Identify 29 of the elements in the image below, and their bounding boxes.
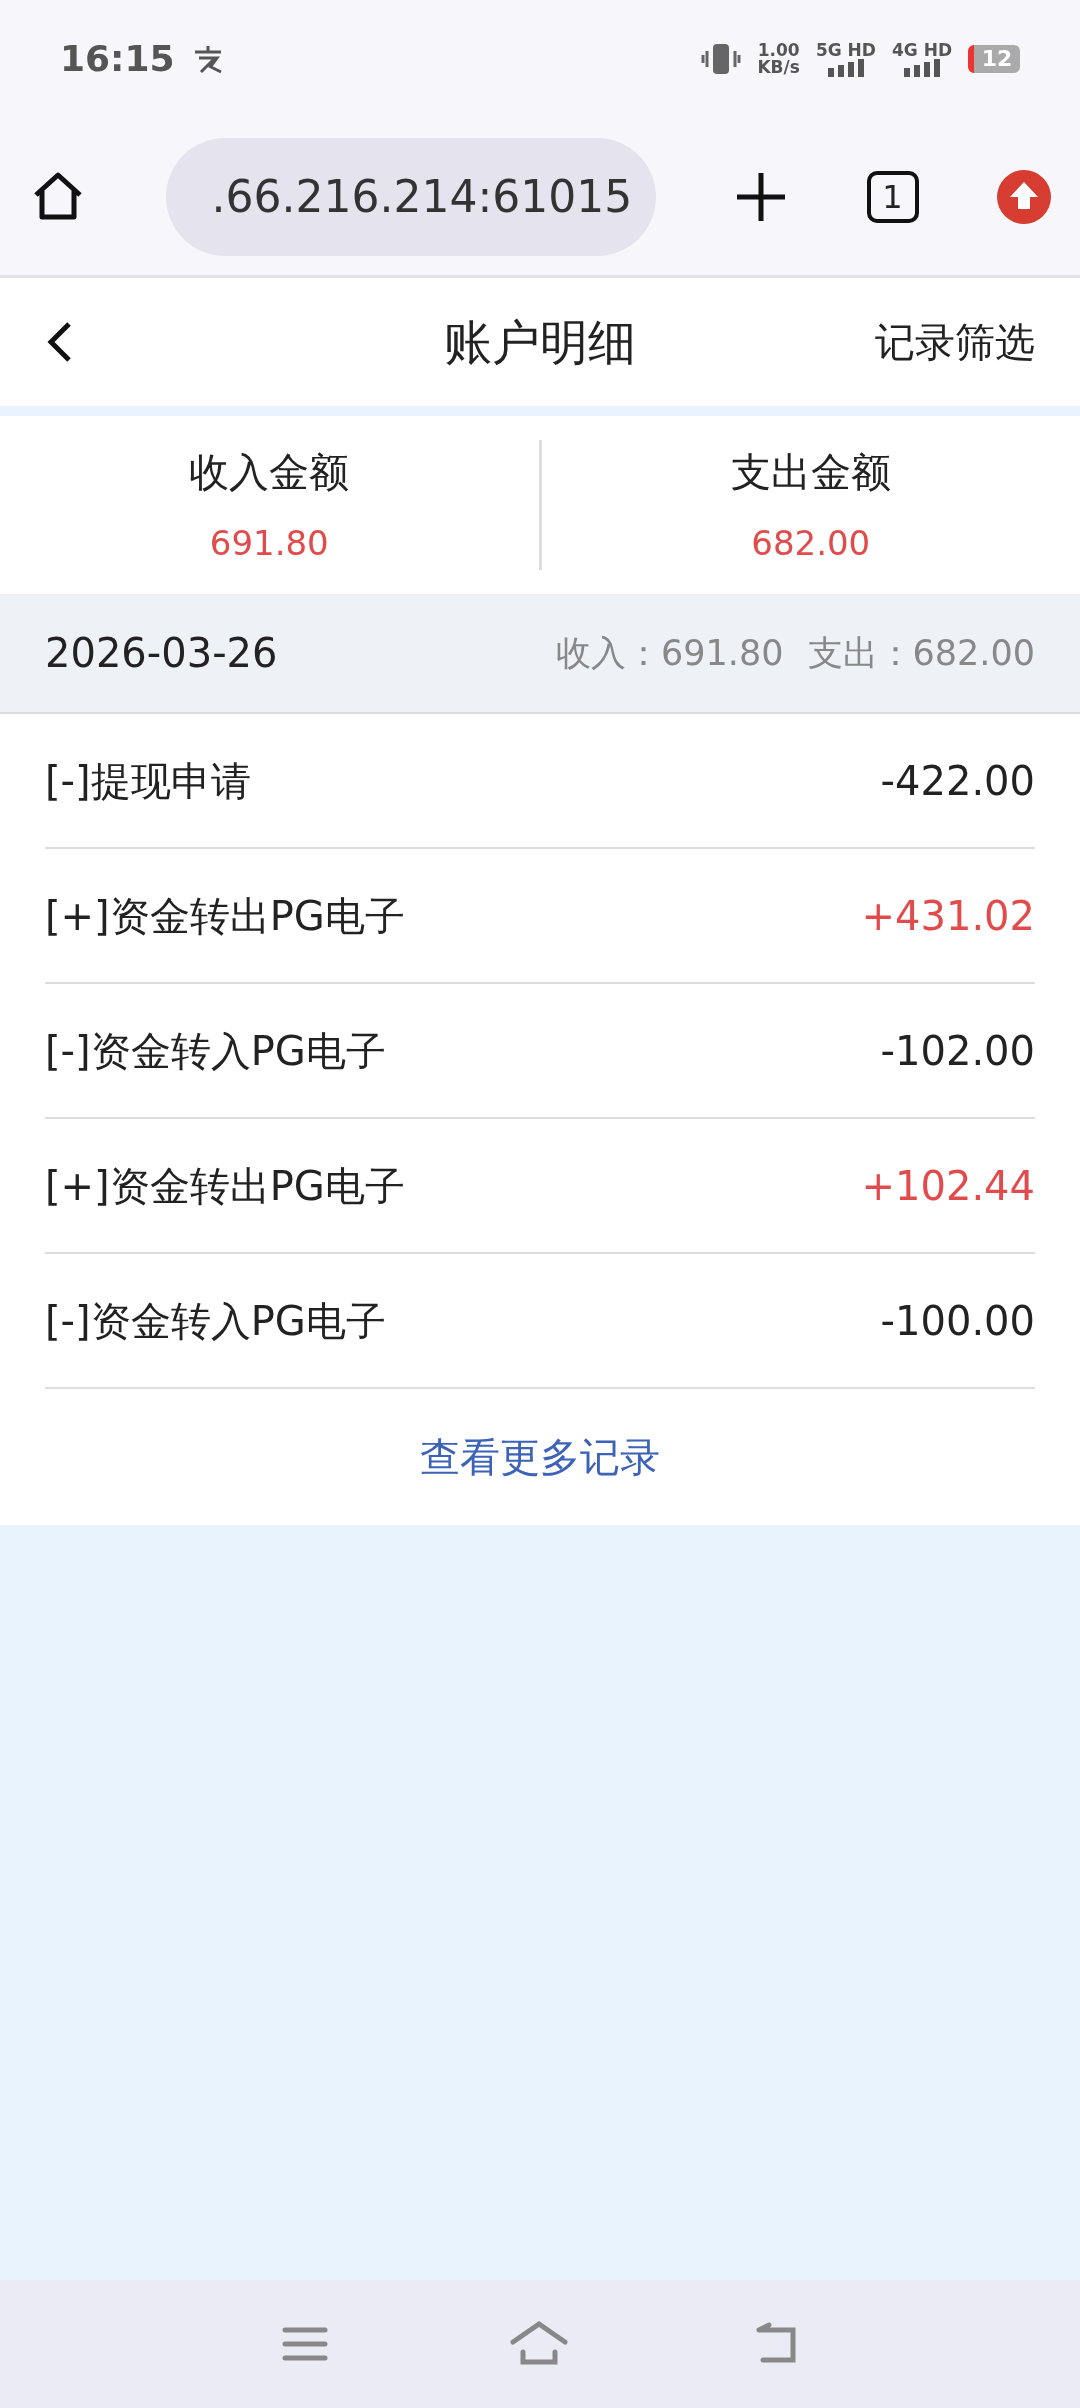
record-amount: -422.00: [880, 756, 1035, 806]
network-unit-text: KB/s: [757, 59, 800, 76]
page-title: 账户明细: [444, 314, 636, 370]
record-amount: +102.44: [861, 1161, 1035, 1211]
network-type-text: 4G HD: [891, 41, 952, 59]
record-amount: -100.00: [880, 1296, 1035, 1346]
day-income-text: 收入：691.80: [556, 631, 784, 675]
record-title: [-]资金转入PG电子: [45, 1026, 386, 1076]
tab-count-button[interactable]: 1: [866, 170, 919, 223]
clock-text: 16:15: [60, 37, 175, 81]
record-title: [-]提现申请: [45, 756, 251, 806]
summary-label: 支出金额: [730, 447, 891, 497]
record-amount: -102.00: [880, 1026, 1035, 1076]
summary-amount: 691.80: [209, 521, 329, 565]
network-speed-text: 1.00: [757, 42, 800, 59]
url-text: .66.216.214:61015: [211, 169, 633, 224]
summary-label: 收入金额: [189, 447, 350, 497]
summary-amount: 682.00: [751, 521, 871, 565]
filter-link[interactable]: 记录筛选: [875, 312, 1035, 372]
battery-level-text: 12: [981, 48, 1013, 70]
record-title: [+]资金转出PG电子: [45, 1161, 405, 1211]
record-title: [+]资金转出PG电子: [45, 891, 405, 941]
address-bar[interactable]: .66.216.214:61015: [165, 137, 656, 256]
upload-icon[interactable]: [996, 168, 1052, 225]
date-text: 2026-03-26: [45, 629, 278, 678]
day-expense-text: 支出：682.00: [807, 631, 1035, 675]
record-amount: +431.02: [861, 891, 1035, 941]
record-title: [-]资金转入PG电子: [45, 1296, 386, 1346]
network-type-text: 5G HD: [815, 41, 876, 59]
